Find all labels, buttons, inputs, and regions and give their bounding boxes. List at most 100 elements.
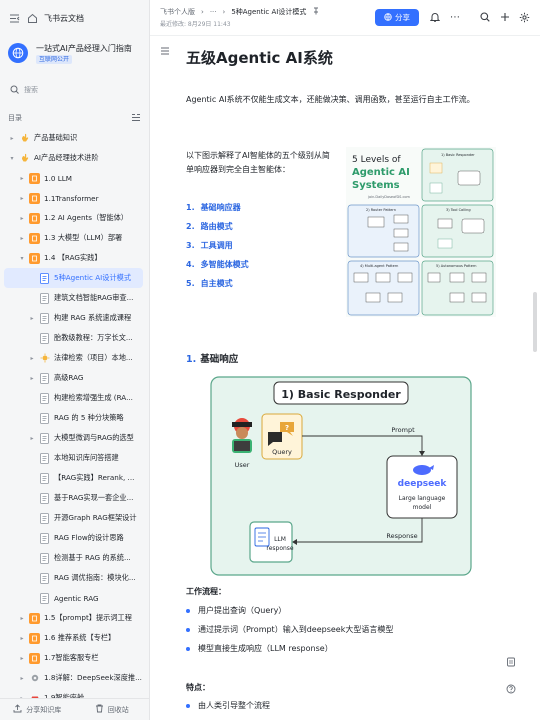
sidebar-tree-item[interactable]: RAG 的 5 种分块策略 (0, 408, 149, 428)
sidebar-tree-item[interactable]: ▸ 大模型微调与RAG的选型 (0, 428, 149, 448)
chevron-right-icon[interactable]: ▸ (28, 435, 36, 442)
sidebar-tree-item[interactable]: 基于RAG实现一套企业... (0, 488, 149, 508)
chevron-right-icon[interactable]: ▸ (18, 655, 26, 662)
level-label: 自主模式 (200, 279, 233, 288)
chevron-right-icon[interactable]: ▸ (28, 375, 36, 382)
doc-icon (39, 392, 50, 404)
chevron-right-icon[interactable]: ▸ (18, 235, 26, 242)
sidebar-tree-item[interactable]: ▸ 构建 RAG 系统速成课程 (0, 308, 149, 328)
sidebar-tree-item[interactable]: 5种Agentic AI设计模式 (4, 268, 143, 288)
bullet-dot (186, 627, 190, 632)
sidebar-tree-item[interactable]: ▸ 1.5【prompt】提示词工程 (0, 608, 149, 628)
sidebar-tree-item[interactable]: 【RAG实践】Rerank, ... (0, 468, 149, 488)
share-library-button[interactable]: 分享知识库 (0, 704, 75, 715)
chevron-right-icon[interactable]: ▸ (18, 675, 26, 682)
sidebar-tree-item[interactable]: RAG 调优指南：模块化... (0, 568, 149, 588)
level-number: 1. (186, 203, 195, 212)
outline-icon[interactable] (160, 46, 170, 59)
sidebar-tree-item[interactable]: 检测基于 RAG 的系统... (0, 548, 149, 568)
bullet-text: 用户提出查询（Query） (198, 606, 287, 615)
level-list-item: 5. 自主模式 (186, 274, 336, 293)
sidebar-tree-item[interactable]: 本地知识库问答搭建 (0, 448, 149, 468)
sidebar-tree-item[interactable]: ▸ 1.3 大模型（LLM）部署 (0, 228, 149, 248)
sidebar-tree-item[interactable]: 开源Graph RAG框架设计 (0, 508, 149, 528)
sidebar-tree-item[interactable]: ▸ 1.8详解：DeepSeek深度推... (0, 668, 149, 688)
sidebar-tree-item[interactable]: 胎教级教程：万字长文... (0, 328, 149, 348)
sidebar-tree-item[interactable]: ▸ 1.2 AI Agents（智能体） (0, 208, 149, 228)
sidebar-tree-item[interactable]: 建筑文档智能RAG审查... (0, 288, 149, 308)
bullet-text: 由人类引导整个流程 (198, 701, 270, 710)
more-icon[interactable]: ⋯ (449, 11, 461, 23)
deepseek-label: deepseek (398, 479, 448, 489)
sidebar-tree-item[interactable]: ▸ 1.1Transformer (0, 188, 149, 208)
hand-icon (19, 153, 30, 164)
doc-icon (39, 532, 50, 544)
sidebar-tree-item[interactable]: ▸ 1.0 LLM (0, 168, 149, 188)
share-button[interactable]: 分享 (375, 9, 419, 26)
chevron-down-icon[interactable]: ▾ (8, 155, 16, 162)
scrollbar[interactable] (533, 292, 537, 352)
public-badge: 互联网公开 (36, 54, 73, 64)
knowledge-space-header[interactable]: 一站式AI产品经理入门指南 互联网公开 (0, 36, 149, 70)
prompt-label: Prompt (391, 426, 415, 434)
help-icon[interactable] (505, 683, 517, 695)
chevron-right-icon[interactable]: ▸ (18, 635, 26, 642)
breadcrumb-root[interactable]: 飞书个人版 (160, 7, 195, 17)
toc-settings-icon[interactable] (131, 113, 141, 124)
chevron-right-icon[interactable]: ▸ (28, 315, 36, 322)
sidebar-tree-item[interactable]: RAG Flow的设计思路 (0, 528, 149, 548)
thumb-panel-1-label: 1) Basic Responder (441, 153, 475, 157)
search-placeholder: 搜索 (24, 86, 38, 94)
basic-responder-diagram[interactable]: 1) Basic Responder User ? Query Prompt d… (210, 376, 472, 576)
sidebar-tree-item[interactable]: ▾ 1.4 【RAG实践】 (0, 248, 149, 268)
levels-list: 1. 基础响应器 2. 路由模式 3. 工具调用 4. 多智能体模式 5. 自主模式 (186, 198, 336, 293)
sidebar-tree-item[interactable]: ▸ 1.6 推荐系统【专栏】 (0, 628, 149, 648)
collapse-sidebar-icon[interactable] (8, 12, 20, 24)
thumb-panel-5-label: 5) Autonomous Pattern (436, 264, 477, 268)
sidebar-tree-item[interactable]: 构建检索增强生成 (RA... (0, 388, 149, 408)
settings-icon[interactable] (518, 11, 530, 23)
sidebar-tree-item-label: RAG 调优指南：模块化... (54, 573, 136, 582)
chevron-right-icon[interactable]: ▸ (18, 215, 26, 222)
chevron-down-icon[interactable]: ▾ (18, 255, 26, 262)
features-colon: ： (202, 683, 210, 692)
search-box[interactable]: 搜索 (8, 80, 141, 100)
thumb-panel-2-label: 2) Router Pattern (366, 208, 396, 212)
chevron-right-icon[interactable]: ▸ (18, 615, 26, 622)
chevron-right-icon[interactable]: ▸ (8, 135, 16, 142)
sidebar-tree-item[interactable]: ▾ AI产品经理技术进阶 (0, 148, 149, 168)
home-icon[interactable] (26, 12, 38, 24)
sidebar-tree-item[interactable]: ▸ 1.7智能客服专栏 (0, 648, 149, 668)
sidebar-tree-item[interactable]: ▸ 产品基础知识 (0, 128, 149, 148)
thumb-panel-4 (347, 260, 420, 316)
add-icon[interactable] (499, 11, 511, 23)
breadcrumb-more[interactable]: ··· (210, 8, 217, 16)
llm-response-line1: LLM (274, 536, 286, 543)
search-icon[interactable] (479, 11, 491, 23)
page-info-icon[interactable] (505, 656, 517, 668)
pin-icon[interactable] (312, 7, 320, 17)
sidebar-tree-item-label: Agentic RAG (54, 593, 99, 603)
sidebar-top: 飞书云文档 (0, 0, 149, 36)
sidebar-tree-item[interactable]: Agentic RAG (0, 588, 149, 608)
level-list-item: 1. 基础响应器 (186, 198, 336, 217)
thumb-url: join.DailyDoseofDS.com (367, 195, 411, 199)
bell-icon[interactable] (429, 11, 441, 23)
sidebar-tree-item[interactable]: ▸ 法律检索（项目）本地... (0, 348, 149, 368)
app-name[interactable]: 飞书云文档 (44, 13, 84, 24)
chevron-right-icon[interactable]: ▸ (18, 175, 26, 182)
toc-header: 目录 (0, 104, 149, 126)
bullet-dot (186, 646, 190, 651)
explain-paragraph: 以下图示解释了AI智能体的五个级别从简单响应器到完全自主智能体： (186, 151, 330, 174)
llm-response-line2: response (266, 545, 294, 552)
recycle-bin-button[interactable]: 回收站 (75, 704, 150, 715)
chevron-right-icon[interactable]: ▸ (18, 195, 26, 202)
features-heading: 特点： (186, 682, 210, 693)
sidebar-tree-item[interactable]: ▸ 高级RAG (0, 368, 149, 388)
doc-tree: ▸ 产品基础知识 ▾ AI产品经理技术进阶 ▸ 1.0 LLM ▸ 1.1Transforme… (0, 126, 149, 708)
breadcrumb-current[interactable]: 5种Agentic AI设计模式 (231, 7, 306, 17)
doc-icon (39, 312, 50, 324)
orange-doc-icon (29, 212, 40, 224)
chevron-right-icon[interactable]: ▸ (28, 355, 36, 362)
five-levels-image[interactable]: 5 Levels of Agentic AI Systems join.Dail… (346, 147, 496, 317)
